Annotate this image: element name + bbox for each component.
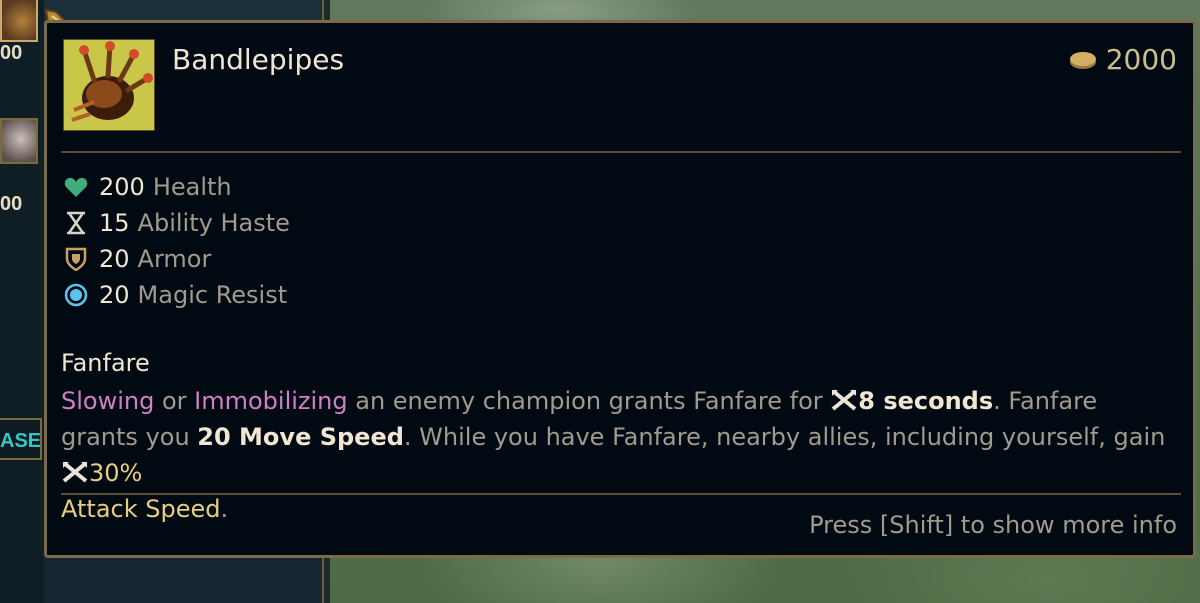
shop-item-slot[interactable] bbox=[0, 0, 38, 42]
shop-item-slot[interactable] bbox=[0, 118, 38, 164]
stat-ability-haste: 15 Ability Haste bbox=[63, 205, 290, 241]
stat-label: Armor bbox=[137, 245, 212, 273]
attack-speed-value: 30% bbox=[89, 459, 143, 487]
melee-ranged-icon bbox=[62, 461, 88, 483]
keyword-immobilizing: Immobilizing bbox=[194, 387, 348, 415]
stat-armor: 20 Armor bbox=[63, 241, 290, 277]
stat-label: Ability Haste bbox=[137, 209, 290, 237]
magic-resist-icon bbox=[63, 282, 89, 308]
shop-item-price: 00 bbox=[0, 42, 23, 64]
stat-value: 20 bbox=[99, 281, 130, 309]
stats-list: 200 Health 15 Ability Haste 20 Armor 20 … bbox=[63, 169, 290, 313]
divider bbox=[61, 493, 1181, 495]
passive-text: . While you have Fanfare, nearby allies,… bbox=[403, 423, 1166, 451]
stat-value: 20 bbox=[99, 245, 130, 273]
stat-health: 200 Health bbox=[63, 169, 290, 205]
bandlepipes-icon bbox=[63, 39, 155, 131]
melee-ranged-icon bbox=[831, 389, 857, 411]
passive-text: . bbox=[220, 495, 229, 523]
stat-label: Magic Resist bbox=[137, 281, 288, 309]
shop-item-price: 00 bbox=[0, 193, 23, 215]
stat-label: Health bbox=[152, 173, 232, 201]
shop-item-column: 00 00 ASE bbox=[0, 0, 44, 603]
item-cost: 2000 bbox=[1068, 43, 1177, 76]
passive-text: or bbox=[154, 387, 195, 415]
stat-magic-resist: 20 Magic Resist bbox=[63, 277, 290, 313]
passive-text: an enemy champion grants Fanfare for bbox=[347, 387, 831, 415]
fanfare-duration: 8 seconds bbox=[858, 387, 994, 415]
stat-value: 200 bbox=[99, 173, 145, 201]
item-tooltip: Bandlepipes 2000 200 Health 15 Ability H… bbox=[44, 20, 1196, 558]
bandlepipes-art-icon bbox=[64, 40, 154, 130]
shield-icon bbox=[63, 246, 89, 272]
item-cost-value: 2000 bbox=[1105, 43, 1177, 76]
passive-description: Slowing or Immobilizing an enemy champio… bbox=[61, 383, 1171, 527]
move-speed-bonus: 20 Move Speed bbox=[197, 423, 404, 451]
divider bbox=[61, 151, 1181, 153]
keyword-slowing: Slowing bbox=[61, 387, 155, 415]
purchase-button[interactable]: ASE bbox=[0, 418, 42, 460]
hourglass-icon bbox=[63, 210, 89, 236]
item-name: Bandlepipes bbox=[172, 43, 345, 76]
stat-value: 15 bbox=[99, 209, 130, 237]
gold-coins-icon bbox=[1069, 51, 1096, 69]
passive-name: Fanfare bbox=[61, 349, 150, 377]
heart-icon bbox=[63, 174, 89, 200]
attack-speed-label: Attack Speed bbox=[61, 495, 221, 523]
more-info-hint: Press [Shift] to show more info bbox=[809, 511, 1177, 539]
